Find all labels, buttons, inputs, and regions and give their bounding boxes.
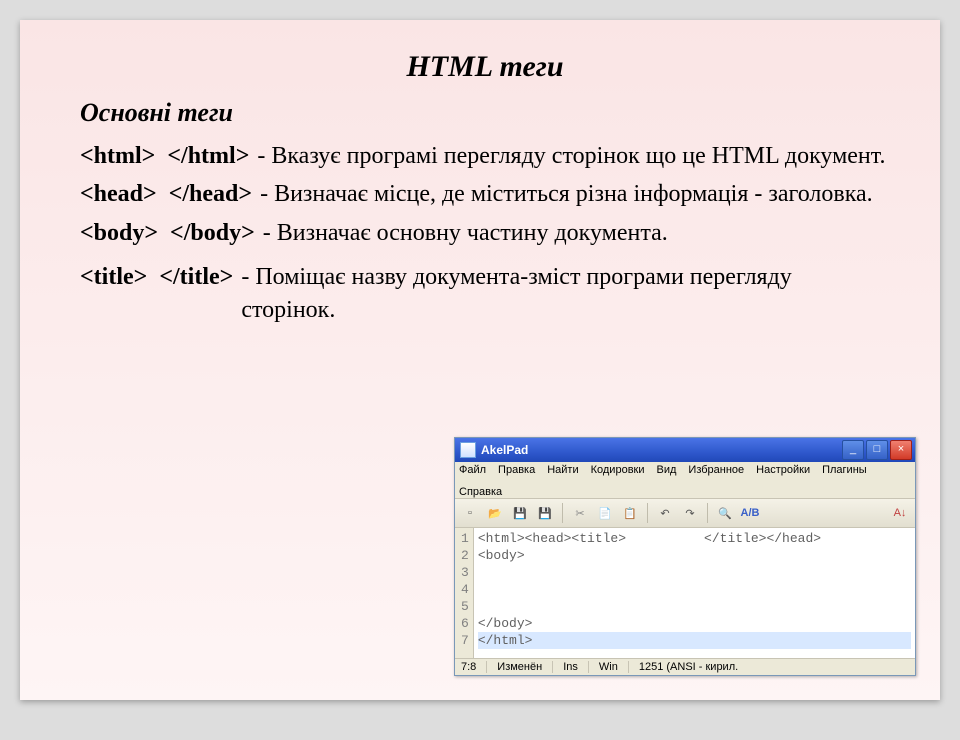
line-number: 1 [461, 530, 469, 547]
save-icon[interactable]: 💾 [510, 503, 530, 523]
tag-desc: - Визначає основну частину документа. [255, 217, 668, 249]
menu-file[interactable]: Файл [459, 464, 486, 476]
line-number: 3 [461, 564, 469, 581]
bold-icon[interactable]: A/B [740, 503, 760, 523]
save-all-icon[interactable]: 💾 [535, 503, 555, 523]
menu-settings[interactable]: Настройки [756, 464, 810, 476]
line-number: 6 [461, 615, 469, 632]
paste-icon[interactable]: 📋 [620, 503, 640, 523]
undo-icon[interactable]: ↶ [655, 503, 675, 523]
tag-pair: <html> </html> [80, 140, 249, 172]
close-button[interactable]: × [890, 440, 912, 460]
line-gutter: 1 2 3 4 5 6 7 [455, 528, 474, 658]
status-encoding: 1251 (ANSI - кирил. [629, 661, 911, 673]
tag-row: <title> </title> - Поміщає назву докумен… [80, 261, 890, 326]
tag-pair: <head> </head> [80, 178, 252, 210]
editor-window: AkelPad _ □ × Файл Правка Найти Кодировк… [454, 437, 916, 676]
slide-title: HTML теги [80, 50, 890, 84]
tag-pair: <body> </body> [80, 217, 255, 249]
slide: HTML теги Основні теги <html> </html> - … [20, 20, 940, 700]
tag-pair: <title> </title> [80, 261, 233, 326]
maximize-button[interactable]: □ [866, 440, 888, 460]
menu-help[interactable]: Справка [459, 486, 502, 498]
slide-subtitle: Основні теги [80, 98, 890, 128]
window-title: AkelPad [481, 443, 842, 457]
window-buttons: _ □ × [842, 440, 912, 460]
code-line [478, 598, 911, 615]
tag-row: <body> </body> - Визначає основну частин… [80, 217, 890, 249]
cut-icon[interactable]: ✂ [570, 503, 590, 523]
line-number: 7 [461, 632, 469, 649]
find-icon[interactable]: 🔍 [715, 503, 735, 523]
status-bar: 7:8 Изменён Ins Win 1251 (ANSI - кирил. [455, 658, 915, 675]
new-file-icon[interactable]: ▫ [460, 503, 480, 523]
code-line: <html><head><title> </title></head> [478, 530, 911, 547]
titlebar[interactable]: AkelPad _ □ × [455, 438, 915, 462]
sort-icon[interactable]: A↓ [890, 503, 910, 523]
redo-icon[interactable]: ↷ [680, 503, 700, 523]
status-position: 7:8 [459, 661, 487, 673]
separator [707, 503, 708, 523]
line-number: 5 [461, 598, 469, 615]
editor-area[interactable]: 1 2 3 4 5 6 7 <html><head><title> </titl… [455, 528, 915, 658]
tag-row: <html> </html> - Вказує програмі перегля… [80, 140, 890, 172]
menu-edit[interactable]: Правка [498, 464, 535, 476]
separator [562, 503, 563, 523]
status-modified: Изменён [487, 661, 553, 673]
menu-find[interactable]: Найти [547, 464, 578, 476]
copy-icon[interactable]: 📄 [595, 503, 615, 523]
tag-desc: - Поміщає назву документа-зміст програми… [233, 261, 890, 326]
code-area[interactable]: <html><head><title> </title></head> <bod… [474, 528, 915, 658]
code-line: <body> [478, 547, 911, 564]
open-icon[interactable]: 📂 [485, 503, 505, 523]
code-line [478, 564, 911, 581]
minimize-button[interactable]: _ [842, 440, 864, 460]
menu-plugins[interactable]: Плагины [822, 464, 867, 476]
line-number: 4 [461, 581, 469, 598]
status-platform: Win [589, 661, 629, 673]
menu-encoding[interactable]: Кодировки [591, 464, 645, 476]
code-line: </body> [478, 615, 911, 632]
code-line [478, 581, 911, 598]
status-insert: Ins [553, 661, 589, 673]
tag-row: <head> </head> - Визначає місце, де міст… [80, 178, 890, 210]
app-icon [460, 442, 476, 458]
tag-desc: - Вказує програмі перегляду сторінок що … [249, 140, 885, 172]
menubar: Файл Правка Найти Кодировки Вид Избранно… [455, 462, 915, 499]
line-number: 2 [461, 547, 469, 564]
separator [647, 503, 648, 523]
menu-view[interactable]: Вид [657, 464, 677, 476]
toolbar: ▫ 📂 💾 💾 ✂ 📄 📋 ↶ ↷ 🔍 A/B A↓ [455, 499, 915, 528]
code-line-current: </html> [478, 632, 911, 649]
menu-favorites[interactable]: Избранное [688, 464, 744, 476]
tag-desc: - Визначає місце, де міститься різна інф… [252, 178, 873, 210]
